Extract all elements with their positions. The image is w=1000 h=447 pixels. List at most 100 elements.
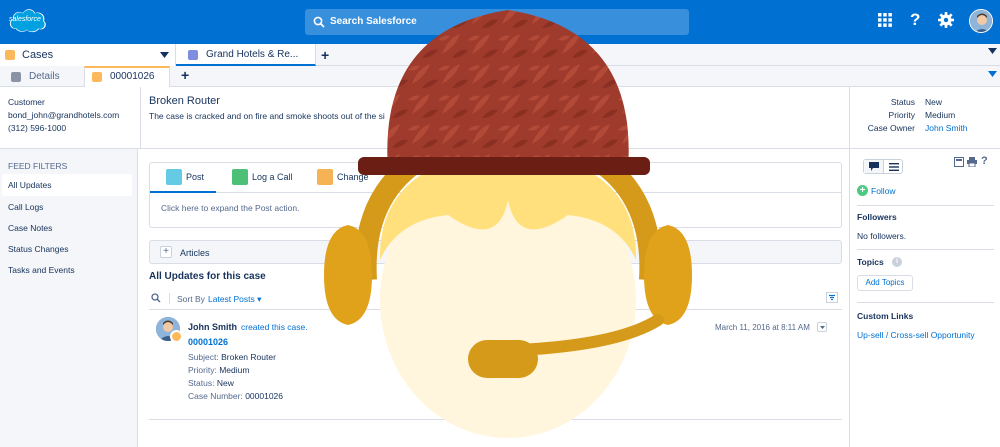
field-value: Broken Router: [221, 352, 276, 362]
field-value: 00001026: [245, 391, 284, 401]
hat-band: [358, 157, 650, 175]
custom-links-heading: Custom Links: [857, 311, 914, 321]
cross-sell-link[interactable]: Cross-sell Opportunity: [891, 330, 975, 340]
articles-label: Articles: [180, 248, 210, 258]
customer-label: Customer: [8, 97, 45, 107]
post-field: Priority: Medium: [188, 364, 249, 377]
feed-view-toggle[interactable]: [863, 159, 903, 174]
post-timestamp[interactable]: March 11, 2016 at 8:11 AM: [715, 323, 810, 332]
list-icon[interactable]: [889, 163, 899, 171]
chat-icon: [869, 162, 879, 171]
chat-view-button[interactable]: [864, 160, 884, 173]
feed-heading: All Updates for this case: [149, 271, 266, 282]
post-author[interactable]: John Smith: [188, 322, 237, 332]
field-key: Priority:: [188, 365, 217, 375]
left-ear-cup: [324, 225, 372, 325]
upsell-link[interactable]: Up-sell: [857, 330, 883, 340]
follow-label: Follow: [871, 186, 896, 196]
settings-gear-icon[interactable]: [937, 11, 957, 31]
post-field: Case Number: 00001026: [188, 390, 283, 403]
owner-link[interactable]: John Smith: [925, 122, 968, 135]
sort-value: Latest Posts: [208, 294, 255, 304]
user-avatar[interactable]: [969, 9, 993, 33]
tab-log-a-call-label: Log a Call: [252, 172, 293, 182]
microphone-icon: [468, 340, 538, 378]
subtab-details[interactable]: Details: [0, 66, 84, 87]
field-value: Medium: [219, 365, 250, 375]
divider: [857, 249, 994, 250]
case-badge-icon: [170, 330, 183, 343]
feed-filters-sidebar: FEED FILTERS All Updates Call Logs Case …: [0, 149, 138, 447]
tab-grand-hotels[interactable]: Grand Hotels & Re...: [176, 44, 316, 66]
filter-all-updates[interactable]: All Updates: [8, 180, 51, 190]
custom-links: Up-sell / Cross-sell Opportunity: [857, 330, 975, 340]
tab-cases[interactable]: Cases: [0, 44, 176, 66]
divider: [857, 205, 994, 206]
call-icon: [232, 169, 248, 185]
chevron-down-icon[interactable]: [988, 48, 997, 54]
link-separator: /: [883, 330, 891, 340]
add-subtab-button[interactable]: +: [181, 67, 189, 83]
chevron-down-icon: [820, 326, 825, 329]
filter-case-notes[interactable]: Case Notes: [8, 223, 52, 233]
active-tab-indicator: [150, 163, 216, 193]
account-icon: [188, 50, 198, 60]
add-topics-button[interactable]: Add Topics: [857, 275, 913, 291]
layout-icon[interactable]: [954, 157, 964, 167]
customer-info: Customer bond_john@grandhotels.com (312)…: [8, 96, 119, 135]
subtab-case[interactable]: 00001026: [84, 66, 170, 87]
filter-call-logs[interactable]: Call Logs: [8, 202, 43, 212]
info-icon[interactable]: i: [892, 257, 902, 267]
followers-heading: Followers: [857, 212, 897, 222]
topics-heading: Topics: [857, 257, 884, 267]
field-key: Subject:: [188, 352, 219, 362]
tab-cases-label: Cases: [22, 49, 54, 61]
status-label: Status: [890, 97, 915, 107]
chevron-down-icon[interactable]: [988, 71, 997, 77]
salesforce-logo[interactable]: salesforce: [6, 5, 48, 35]
owner-label: Case Owner: [867, 123, 915, 133]
hat-crown: [387, 10, 629, 170]
expand-post-action[interactable]: Click here to expand the Post action.: [161, 203, 299, 213]
expand-icon[interactable]: +: [160, 246, 172, 258]
post-case-link[interactable]: 00001026: [188, 337, 228, 347]
followers-text: No followers.: [857, 231, 907, 241]
customer-phone: (312) 596-1000: [8, 123, 67, 133]
help-icon[interactable]: ?: [981, 155, 988, 167]
search-icon[interactable]: [151, 293, 161, 303]
filter-status-changes[interactable]: Status Changes: [8, 244, 68, 254]
case-field-labels: Status Priority Case Owner: [868, 96, 915, 135]
divider: [140, 87, 141, 149]
tab-grand-hotels-label: Grand Hotels & Re...: [206, 49, 299, 60]
right-ear-cup: [644, 225, 692, 325]
customer-email: bond_john@grandhotels.com: [8, 110, 120, 120]
post-action: created this case.: [241, 322, 308, 332]
right-sidebar: ? + Follow Followers No followers. Topic…: [849, 149, 1000, 447]
apps-grid-icon[interactable]: [876, 11, 896, 31]
divider: [169, 293, 170, 304]
support-agent-illustration: [324, 10, 692, 438]
post-icon: [166, 169, 182, 185]
filter-icon[interactable]: [826, 292, 838, 303]
case-icon: [5, 50, 15, 60]
field-key: Case Number:: [188, 391, 243, 401]
case-subject: Broken Router: [149, 95, 220, 107]
post-field: Subject: Broken Router: [188, 351, 276, 364]
print-icon[interactable]: [967, 157, 977, 167]
post-field: Status: New: [188, 377, 234, 390]
help-icon[interactable]: ?: [907, 10, 927, 31]
priority-label: Priority: [888, 110, 915, 120]
subtab-case-label: 00001026: [110, 71, 155, 82]
case-field-values: New Medium John Smith: [925, 96, 968, 135]
divider: [849, 87, 850, 149]
post-menu-button[interactable]: [817, 322, 827, 332]
subtab-details-label: Details: [29, 71, 60, 82]
priority-value: Medium: [925, 110, 956, 120]
status-value: New: [925, 97, 943, 107]
case-icon: [92, 72, 102, 82]
chevron-down-icon[interactable]: [160, 52, 169, 58]
sort-dropdown[interactable]: Latest Posts ▾: [208, 294, 261, 305]
filter-tasks-events[interactable]: Tasks and Events: [8, 265, 75, 275]
plus-icon: +: [857, 185, 868, 196]
field-value: New: [216, 378, 234, 388]
